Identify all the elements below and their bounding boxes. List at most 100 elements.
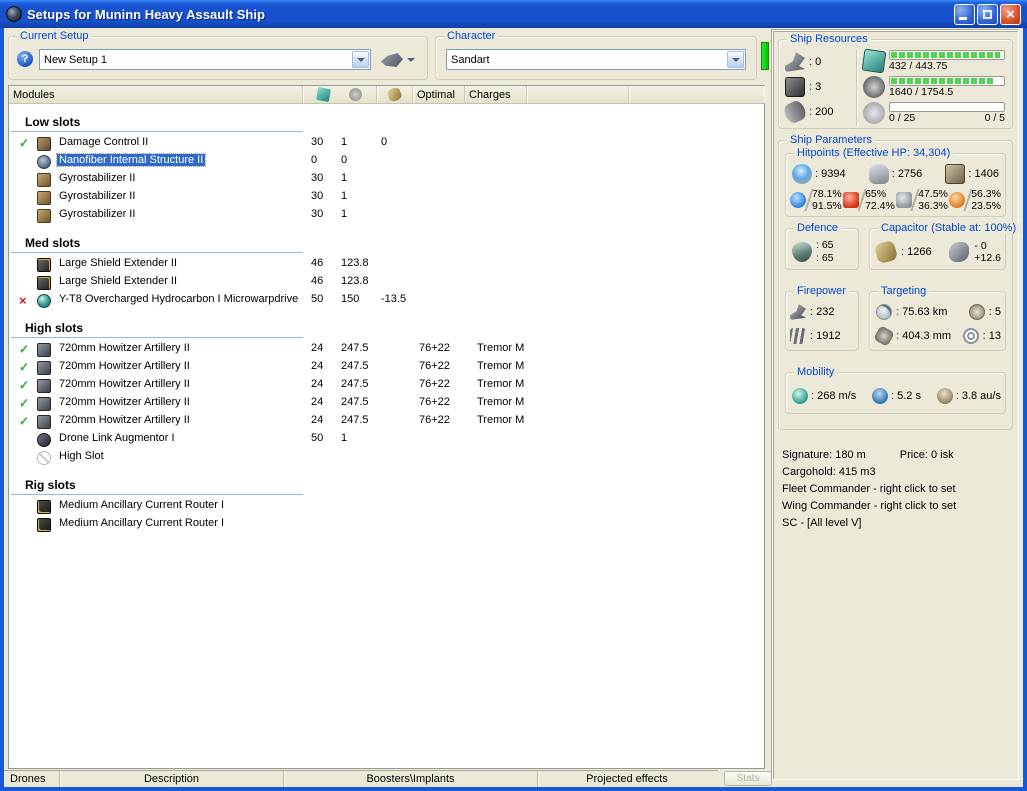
app-window: Setups for Muninn Heavy Assault Ship × C… (0, 0, 1027, 791)
align-time-value: : 5.2 s (891, 390, 921, 402)
title-bar[interactable]: Setups for Muninn Heavy Assault Ship × (0, 0, 1027, 28)
character-label: Character (444, 30, 499, 42)
drone-link-icon (37, 433, 51, 447)
ship-menu-button[interactable] (381, 49, 421, 71)
artillery-icon (37, 343, 51, 357)
minimize-button[interactable] (954, 3, 975, 25)
module-optimal-value: 76+22 (419, 342, 450, 354)
module-row[interactable]: ✓ 720mm Howitzer Artillery II 24 247.5 7… (9, 359, 764, 377)
module-name[interactable]: 720mm Howitzer Artillery II (57, 396, 192, 408)
sensor-strength-value: : 13 (982, 330, 1001, 342)
setup-select[interactable]: New Setup 1 (39, 49, 371, 70)
module-name[interactable]: Large Shield Extender II (57, 275, 179, 287)
module-row[interactable]: ✓ 720mm Howitzer Artillery II 24 247.5 7… (9, 341, 764, 359)
app-icon (6, 6, 22, 22)
module-row[interactable]: Gyrostabilizer II 30 1 (9, 171, 764, 189)
module-name[interactable]: Gyrostabilizer II (57, 172, 137, 184)
module-row[interactable]: Large Shield Extender II 46 123.8 (9, 274, 764, 292)
module-row[interactable]: Large Shield Extender II 46 123.8 (9, 256, 764, 274)
mobility-label: Mobility (794, 366, 838, 378)
module-row[interactable]: Gyrostabilizer II 30 1 (9, 207, 764, 225)
module-row[interactable]: ✓ 720mm Howitzer Artillery II 24 247.5 7… (9, 395, 764, 413)
bottom-tab-description[interactable]: Description (60, 771, 284, 787)
module-cpu-value: 24 (311, 396, 324, 408)
stats-button[interactable]: Stats (724, 771, 772, 786)
module-cpu-value: 50 (311, 293, 324, 305)
module-row[interactable]: High Slot (9, 449, 764, 467)
module-name[interactable]: Medium Ancillary Current Router I (57, 517, 226, 529)
ship-icon (381, 53, 403, 67)
launcher-hardpoints-icon (785, 77, 805, 97)
hardpoints-column: : 0 : 3 : 200 (781, 50, 857, 126)
squad-commander-text[interactable]: SC - [All level V] (782, 515, 1009, 532)
optimal-column-header[interactable]: Optimal (413, 86, 465, 103)
powergrid-bar (889, 76, 1005, 86)
launcher-hardpoints-value: : 3 (809, 81, 822, 93)
module-row[interactable]: × Y-T8 Overcharged Hydrocarbon I Microwa… (9, 292, 764, 310)
module-charge-value: Tremor M (477, 360, 525, 372)
help-icon[interactable]: ? (17, 51, 33, 67)
module-status-icon: ✓ (19, 414, 30, 428)
targeting-label: Targeting (878, 285, 930, 297)
character-select-dropdown-button[interactable] (727, 51, 744, 68)
targeting-group: Targeting : 75.63 km : 5 : 404.3 mm : 13 (869, 285, 1006, 351)
module-powergrid-value: 247.5 (341, 342, 369, 354)
module-charge-value: Tremor M (477, 414, 525, 426)
close-icon: × (1006, 5, 1015, 23)
bottom-tab-projected-effects[interactable]: Projected effects (538, 771, 716, 787)
fleet-commander-text[interactable]: Fleet Commander - right click to set (782, 481, 1009, 498)
module-cpu-value: 24 (311, 342, 324, 354)
turret-hardpoints-value: : 0 (809, 56, 822, 68)
module-powergrid-value: 1 (341, 190, 348, 202)
module-row[interactable]: Gyrostabilizer II 30 1 (9, 189, 764, 207)
warp-speed-value: : 3.8 au/s (955, 390, 1001, 402)
module-row[interactable]: ✓ 720mm Howitzer Artillery II 24 247.5 7… (9, 377, 764, 395)
module-name[interactable]: Medium Ancillary Current Router I (57, 499, 226, 511)
character-select[interactable]: Sandart (446, 49, 746, 70)
module-cpu-value: 30 (311, 172, 324, 184)
module-row[interactable]: ✓ 720mm Howitzer Artillery II 24 247.5 7… (9, 413, 764, 431)
module-row[interactable]: Medium Ancillary Current Router I (9, 498, 764, 516)
module-powergrid-value: 247.5 (341, 414, 369, 426)
wing-commander-text[interactable]: Wing Commander - right click to set (782, 498, 1009, 515)
module-name[interactable]: Gyrostabilizer II (57, 208, 137, 220)
module-name[interactable]: 720mm Howitzer Artillery II (57, 414, 192, 426)
module-row[interactable]: Medium Ancillary Current Router I (9, 516, 764, 534)
resources-column-header[interactable] (303, 86, 377, 103)
capacitor-column-header[interactable] (377, 86, 413, 103)
resist-shield-value: 56.3% (971, 188, 1001, 200)
module-row[interactable]: ✓ Damage Control II 30 1 0 (9, 135, 764, 153)
module-name[interactable]: 720mm Howitzer Artillery II (57, 378, 192, 390)
modules-table-header[interactable]: Modules Optimal Charges (9, 86, 764, 104)
module-name[interactable]: Large Shield Extender II (57, 257, 179, 269)
maximize-button[interactable] (977, 3, 998, 25)
scan-resolution-icon (873, 325, 895, 347)
module-name[interactable]: Damage Control II (57, 136, 150, 148)
bottom-tab-drones[interactable]: Drones (4, 771, 60, 787)
module-name[interactable]: Drone Link Augmentor I (57, 432, 177, 444)
module-name[interactable]: Gyrostabilizer II (57, 190, 137, 202)
module-list: Low slots ✓ Damage Control II 30 1 0 Nan… (9, 115, 764, 534)
module-name[interactable]: 720mm Howitzer Artillery II (57, 342, 192, 354)
setup-select-dropdown-button[interactable] (352, 51, 369, 68)
defence-group: Defence : 65 : 65 (785, 222, 859, 270)
module-name[interactable]: High Slot (57, 450, 106, 462)
shield-extender-icon (37, 276, 51, 290)
module-name[interactable]: Nanofiber Internal Structure II (55, 153, 207, 167)
bottom-tab-boosters-implants[interactable]: Boosters\Implants (284, 771, 538, 787)
module-powergrid-value: 123.8 (341, 257, 369, 269)
shield-hp-icon (792, 164, 812, 184)
gyrostabilizer-icon (37, 191, 51, 205)
module-row[interactable]: Nanofiber Internal Structure II 0 0 (9, 153, 764, 171)
chevron-down-icon (407, 58, 415, 62)
module-name[interactable]: 720mm Howitzer Artillery II (57, 360, 192, 372)
extra-column-header[interactable] (527, 86, 629, 103)
module-name[interactable]: Y-T8 Overcharged Hydrocarbon I Microwarp… (57, 293, 300, 305)
close-button[interactable]: × (1000, 3, 1021, 25)
artillery-icon (37, 379, 51, 393)
module-powergrid-value: 1 (341, 432, 348, 444)
module-row[interactable]: Drone Link Augmentor I 50 1 (9, 431, 764, 449)
defence-value-bottom: : 65 (816, 252, 834, 264)
charges-column-header[interactable]: Charges (465, 86, 527, 103)
modules-column-header[interactable]: Modules (9, 86, 303, 103)
